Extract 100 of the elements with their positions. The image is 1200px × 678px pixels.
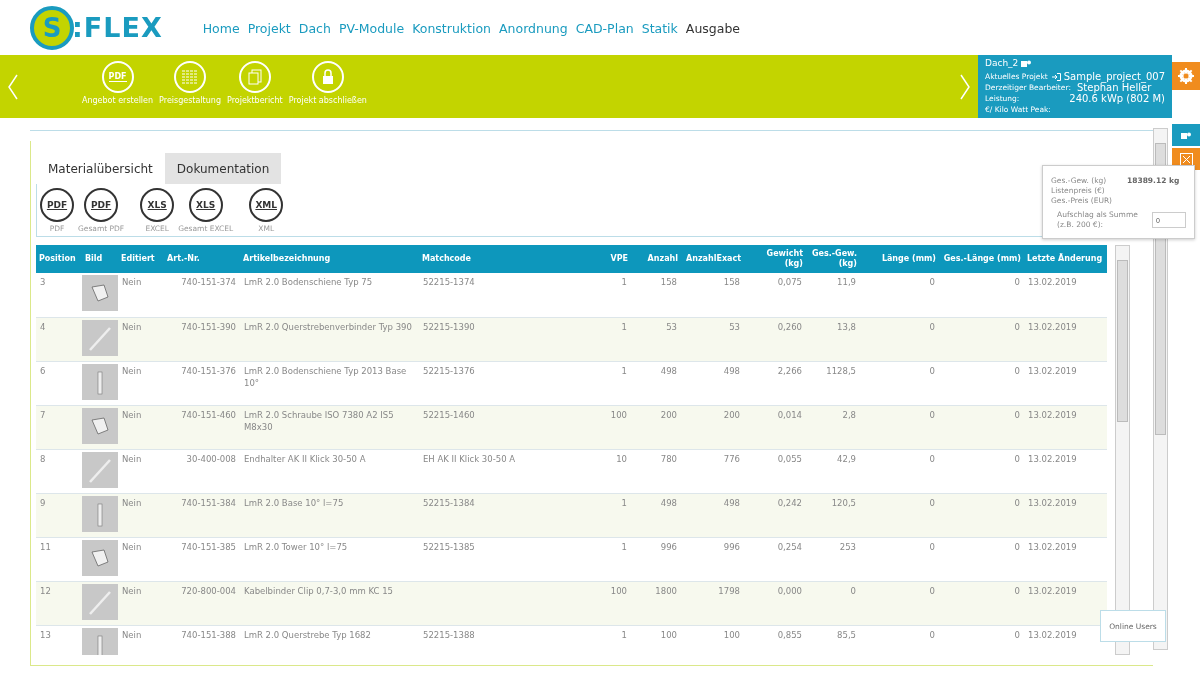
table-cell: 0,254 xyxy=(744,537,806,581)
table-cell: 0 xyxy=(939,273,1024,317)
table-cell: LmR 2.0 Querstrebe Typ 1682 xyxy=(240,625,419,655)
table-cell: LmR 2.0 Base 10° l=75 xyxy=(240,493,419,537)
table-cell: 42,9 xyxy=(806,449,860,493)
table-cell: Kabelbinder Clip 0,7-3,0 mm KC 15 xyxy=(240,581,419,625)
table-cell: 253 xyxy=(806,537,860,581)
info-value: 240.6 kWp (802 M) xyxy=(1069,93,1165,104)
table-cell: 0 xyxy=(860,405,939,449)
chevron-right-icon[interactable] xyxy=(960,73,970,100)
table-cell: 0 xyxy=(860,273,939,317)
table-cell: 0 xyxy=(939,317,1024,361)
tab[interactable]: Dokumentation xyxy=(164,153,282,184)
table-cell: Nein xyxy=(118,449,164,493)
table-cell: 1 xyxy=(584,273,631,317)
table-cell: 11 xyxy=(36,537,82,581)
table-cell: Nein xyxy=(118,273,164,317)
chevron-left-icon[interactable] xyxy=(8,73,18,100)
column-header: Editiert xyxy=(118,245,164,273)
nav-link[interactable]: PV-Module xyxy=(338,21,405,36)
table-cell: 996 xyxy=(631,537,681,581)
table-cell: 1128,5 xyxy=(806,361,860,405)
table-cell: 740-151-385 xyxy=(164,537,240,581)
column-header: Anzahl xyxy=(631,245,681,273)
table-cell: 10 xyxy=(584,449,631,493)
table-cell: 0 xyxy=(860,581,939,625)
table-cell: 0 xyxy=(939,361,1024,405)
column-header: Position xyxy=(36,245,82,273)
table-cell: 200 xyxy=(681,405,744,449)
table-cell: 0,000 xyxy=(744,581,806,625)
login-icon[interactable] xyxy=(1051,72,1061,81)
table-cell: LmR 2.0 Bodenschiene Typ 75 xyxy=(240,273,419,317)
table-cell: 1 xyxy=(584,493,631,537)
table-cell: 0,242 xyxy=(744,493,806,537)
table-cell: 13.02.2019 xyxy=(1024,361,1107,405)
table-cell: 0 xyxy=(860,317,939,361)
table-cell: Nein xyxy=(118,361,164,405)
table-cell: 13.02.2019 xyxy=(1024,449,1107,493)
nav-link[interactable]: Ausgabe xyxy=(685,21,741,36)
table-cell: 53 xyxy=(631,317,681,361)
table-cell: 2,8 xyxy=(806,405,860,449)
table-cell: LmR 2.0 Tower 10° l=75 xyxy=(240,537,419,581)
table-cell: 52215-1385 xyxy=(419,537,584,581)
table-cell: Nein xyxy=(118,317,164,361)
table-cell: 13.02.2019 xyxy=(1024,273,1107,317)
table-cell: 740-151-376 xyxy=(164,361,240,405)
table-cell: 7 xyxy=(36,405,82,449)
table-cell: 8 xyxy=(36,449,82,493)
side-button[interactable] xyxy=(1172,124,1200,146)
column-header: Artikelbezeichnung xyxy=(240,245,419,273)
table-cell: 4 xyxy=(36,317,82,361)
column-header: Matchcode xyxy=(419,245,584,273)
table-cell: 158 xyxy=(631,273,681,317)
table-cell: 53 xyxy=(681,317,744,361)
table-cell: 498 xyxy=(681,361,744,405)
table-cell: 100 xyxy=(631,625,681,655)
table-cell: 740-151-460 xyxy=(164,405,240,449)
table-cell: 0 xyxy=(860,493,939,537)
table-cell: 52215-1460 xyxy=(419,405,584,449)
nav-link[interactable]: Projekt xyxy=(247,21,291,36)
table-cell: 0,075 xyxy=(744,273,806,317)
column-header: Ges.-Länge (mm) xyxy=(939,245,1024,273)
list-icon xyxy=(182,70,199,84)
table-cell: 720-800-004 xyxy=(164,581,240,625)
table-cell: 2,266 xyxy=(744,361,806,405)
settings-button[interactable] xyxy=(1172,62,1200,90)
documents-icon xyxy=(247,69,262,85)
table-cell: 740-151-390 xyxy=(164,317,240,361)
column-header: AnzahlExact xyxy=(681,245,744,273)
table-cell: 0 xyxy=(860,361,939,405)
table-cell: 996 xyxy=(681,537,744,581)
table-cell: 85,5 xyxy=(806,625,860,655)
table-cell: 1798 xyxy=(681,581,744,625)
video-camera-icon xyxy=(1181,131,1191,139)
table-cell: 498 xyxy=(631,493,681,537)
info-value: Sample_project_007 xyxy=(1063,71,1165,82)
table-cell: Nein xyxy=(118,405,164,449)
table-cell: 13.02.2019 xyxy=(1024,493,1107,537)
table-cell: 13.02.2019 xyxy=(1024,317,1107,361)
table-cell: 120,5 xyxy=(806,493,860,537)
column-header: Letzte Änderung xyxy=(1024,245,1107,273)
column-header: Länge (mm) xyxy=(860,245,939,273)
nav-link[interactable]: Anordnung xyxy=(499,21,568,36)
table-cell: 740-151-374 xyxy=(164,273,240,317)
table-cell: 1800 xyxy=(631,581,681,625)
table-cell: 0,014 xyxy=(744,405,806,449)
column-header: Art.-Nr. xyxy=(164,245,240,273)
nav-link[interactable]: CAD-Plan xyxy=(575,21,634,36)
table-cell: 52215-1388 xyxy=(419,625,584,655)
column-header: Bild xyxy=(82,245,118,273)
table-cell: 12 xyxy=(36,581,82,625)
nav-link[interactable]: Dach xyxy=(298,21,331,36)
column-header: VPE xyxy=(584,245,631,273)
nav-link[interactable]: Home xyxy=(202,21,240,36)
settings-icon xyxy=(1178,68,1194,84)
table-cell: 0,855 xyxy=(744,625,806,655)
info-value: Stephan Heller xyxy=(1077,82,1152,93)
nav-link[interactable]: Konstruktion xyxy=(412,21,491,36)
nav-link[interactable]: Statik xyxy=(641,21,678,36)
table-cell: 30-400-008 xyxy=(164,449,240,493)
